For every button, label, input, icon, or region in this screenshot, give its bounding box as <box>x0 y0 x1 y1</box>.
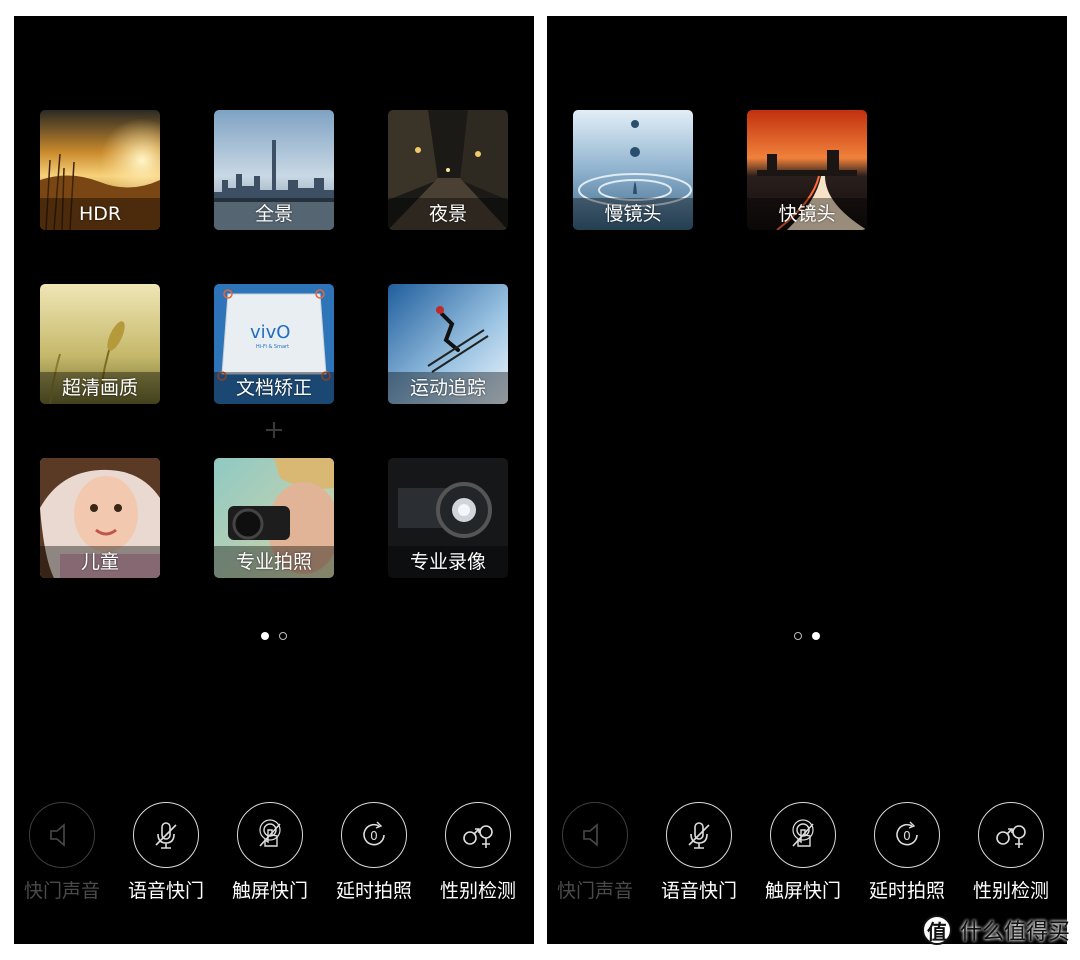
mode-label: 儿童 <box>80 551 119 573</box>
camera-modes-page-2: 慢镜头 快镜头 快门声音 语音快门 触屏快门 0 延时拍照 性别检测 <box>547 16 1067 944</box>
tool-label: 性别检测 <box>972 880 1049 902</box>
timer-icon: 0 <box>896 821 918 846</box>
vivo-logo-text: vivO <box>250 322 290 343</box>
mode-label: 超清画质 <box>61 377 138 399</box>
mode-tile-pro-video[interactable]: 专业录像 <box>388 458 508 578</box>
mode-tile-ultra-hd[interactable]: 超清画质 <box>40 284 160 404</box>
mic-off-icon <box>155 822 177 849</box>
camera-modes-page-1: HDR 全景 夜景 超清画质 vivO Hi-Fi & Smart 文档矫正 运… <box>14 16 534 944</box>
timer-icon: 0 <box>363 821 385 846</box>
touch-shutter-toggle[interactable]: 触屏快门 <box>755 802 851 903</box>
smzdm-watermark: 值 什么值得买 <box>921 914 1070 946</box>
mode-label: 快镜头 <box>778 203 836 225</box>
page-dot[interactable] <box>279 632 287 640</box>
tool-label: 性别检测 <box>439 880 516 902</box>
page-dot-active[interactable] <box>261 632 269 640</box>
mode-label: 夜景 <box>428 203 467 225</box>
mode-label: HDR <box>78 203 122 225</box>
mode-tile-night[interactable]: 夜景 <box>388 110 508 230</box>
timer-value: 0 <box>370 829 378 843</box>
mode-label: 文档矫正 <box>235 377 312 399</box>
tool-label: 语音快门 <box>127 880 204 902</box>
page-indicator <box>547 625 1067 640</box>
page-dot-active[interactable] <box>812 632 820 640</box>
mode-tile-motion-tracking[interactable]: 运动追踪 <box>388 284 508 404</box>
mode-tile-panorama[interactable]: 全景 <box>214 110 334 230</box>
mode-tile-children[interactable]: 儿童 <box>40 458 160 578</box>
tool-label: 快门声音 <box>23 880 100 902</box>
touch-off-icon <box>792 819 814 847</box>
shutter-sound-toggle[interactable]: 快门声音 <box>547 802 643 903</box>
mode-tile-pro-photo[interactable]: 专业拍照 <box>214 458 334 578</box>
mode-tile-time-lapse[interactable]: 快镜头 <box>747 110 867 230</box>
timer-toggle[interactable]: 0 延时拍照 <box>859 802 955 903</box>
touch-off-icon <box>259 819 281 847</box>
gender-icon <box>996 825 1026 848</box>
mode-label: 全景 <box>254 203 293 225</box>
voice-shutter-toggle[interactable]: 语音快门 <box>651 802 747 903</box>
mode-tile-document[interactable]: vivO Hi-Fi & Smart 文档矫正 <box>214 284 334 404</box>
gender-detection-toggle[interactable]: 性别检测 <box>963 802 1059 903</box>
tool-label: 触屏快门 <box>231 880 308 902</box>
mode-label: 专业拍照 <box>235 551 312 573</box>
watermark-badge: 值 <box>921 915 952 945</box>
gender-detection-toggle[interactable]: 性别检测 <box>430 802 526 903</box>
camera-settings-toolbar: 快门声音 语音快门 触屏快门 0 延时拍照 性别检测 <box>547 802 1067 912</box>
tool-label: 延时拍照 <box>335 880 412 902</box>
page-indicator <box>14 625 534 640</box>
speaker-icon <box>50 823 65 847</box>
tool-label: 触屏快门 <box>764 880 841 902</box>
mode-tile-slow-motion[interactable]: 慢镜头 <box>573 110 693 230</box>
vivo-tagline-text: Hi-Fi & Smart <box>256 344 289 350</box>
mode-label: 慢镜头 <box>604 203 662 225</box>
tool-label: 语音快门 <box>660 880 737 902</box>
watermark-text: 什么值得买 <box>959 920 1070 945</box>
mode-label: 专业录像 <box>409 551 486 573</box>
mic-off-icon <box>688 822 710 849</box>
timer-value: 0 <box>903 829 911 843</box>
tool-label: 延时拍照 <box>868 880 945 902</box>
plus-marker <box>266 422 282 438</box>
tool-label: 快门声音 <box>556 880 633 902</box>
shutter-sound-toggle[interactable]: 快门声音 <box>14 802 110 903</box>
mode-tile-hdr[interactable]: HDR <box>40 110 160 230</box>
timer-toggle[interactable]: 0 延时拍照 <box>326 802 422 903</box>
touch-shutter-toggle[interactable]: 触屏快门 <box>222 802 318 903</box>
voice-shutter-toggle[interactable]: 语音快门 <box>118 802 214 903</box>
speaker-icon <box>583 823 598 847</box>
gender-icon <box>463 825 493 848</box>
page-dot[interactable] <box>794 632 802 640</box>
mode-label: 运动追踪 <box>409 377 486 399</box>
camera-settings-toolbar: 快门声音 语音快门 触屏快门 0 延时拍照 性别检测 <box>14 802 534 912</box>
